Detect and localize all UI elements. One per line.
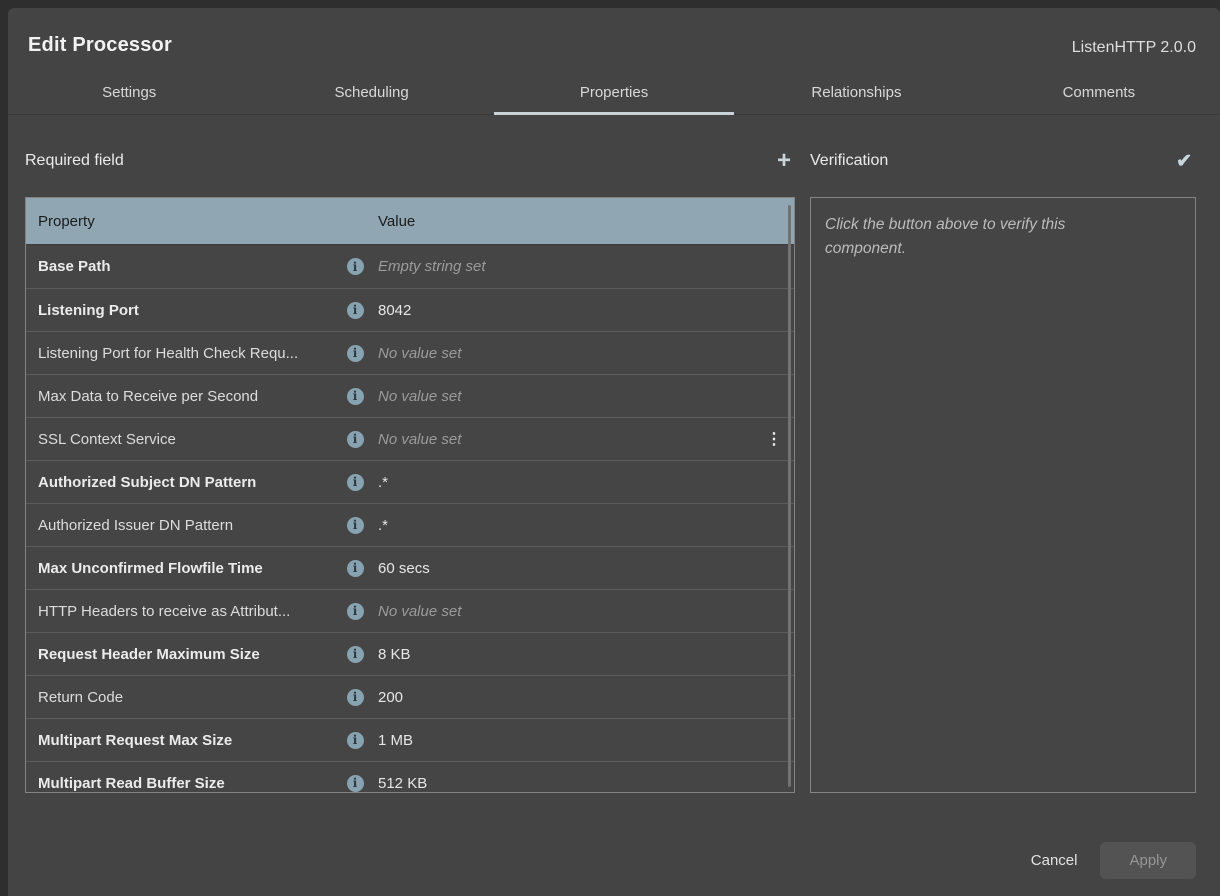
info-cell: i	[332, 474, 378, 491]
info-icon[interactable]: i	[347, 646, 364, 663]
table-row[interactable]: Max Data to Receive per Second i No value …	[26, 374, 794, 417]
property-value[interactable]: 60 secs	[378, 560, 794, 577]
property-value[interactable]: .*	[378, 517, 794, 534]
info-cell: i	[332, 775, 378, 792]
property-name: Base Path	[26, 258, 332, 275]
info-cell: i	[332, 689, 378, 706]
property-name: Multipart Request Max Size	[26, 732, 332, 749]
tab-comments[interactable]: Comments	[978, 73, 1220, 114]
info-icon[interactable]: i	[347, 431, 364, 448]
table-row[interactable]: Base Path i Empty string set	[26, 245, 794, 288]
property-value[interactable]: No value set	[378, 431, 754, 448]
property-value[interactable]: 8 KB	[378, 646, 794, 663]
info-icon[interactable]: i	[347, 517, 364, 534]
info-cell: i	[332, 560, 378, 577]
property-name: Max Unconfirmed Flowfile Time	[26, 560, 332, 577]
info-icon[interactable]: i	[347, 345, 364, 362]
apply-button[interactable]: Apply	[1100, 842, 1196, 879]
table-row[interactable]: Multipart Read Buffer Size i 512 KB	[26, 761, 794, 793]
properties-table: Property Value Base Path i Empty string se…	[25, 197, 795, 793]
property-name: Request Header Maximum Size	[26, 646, 332, 663]
tab-relationships[interactable]: Relationships	[735, 73, 977, 114]
property-name: Return Code	[26, 689, 332, 706]
table-row[interactable]: Authorized Issuer DN Pattern i .*	[26, 503, 794, 546]
table-row[interactable]: Return Code i 200	[26, 675, 794, 718]
processor-type-version: ListenHTTP 2.0.0	[1072, 39, 1196, 57]
table-row[interactable]: Max Unconfirmed Flowfile Time i 60 secs	[26, 546, 794, 589]
table-row[interactable]: Multipart Request Max Size i 1 MB	[26, 718, 794, 761]
tab-properties[interactable]: Properties	[493, 73, 735, 114]
info-cell: i	[332, 732, 378, 749]
dialog-content: Required field + Property Value Base Pat…	[8, 115, 1220, 796]
property-value[interactable]: .*	[378, 474, 794, 491]
property-name: HTTP Headers to receive as Attribut...	[26, 603, 332, 620]
cancel-button[interactable]: Cancel	[1017, 842, 1092, 879]
info-icon[interactable]: i	[347, 775, 364, 792]
property-value[interactable]: No value set	[378, 345, 794, 362]
info-icon[interactable]: i	[347, 603, 364, 620]
page-title: Edit Processor	[28, 34, 172, 57]
info-cell: i	[332, 258, 378, 275]
info-cell: i	[332, 431, 378, 448]
dialog-footer: Cancel Apply	[8, 796, 1220, 896]
property-name: Authorized Subject DN Pattern	[26, 474, 332, 491]
verification-message: Click the button above to verify this co…	[825, 213, 1145, 261]
info-cell: i	[332, 345, 378, 362]
property-name: Listening Port	[26, 302, 332, 319]
check-icon: ✔	[1176, 151, 1192, 172]
info-cell: i	[332, 517, 378, 534]
property-name: Listening Port for Health Check Requ...	[26, 345, 332, 362]
property-value[interactable]: 8042	[378, 302, 794, 319]
property-name: Authorized Issuer DN Pattern	[26, 517, 332, 534]
column-header-value: Value	[378, 213, 415, 230]
info-icon[interactable]: i	[347, 732, 364, 749]
table-row[interactable]: Request Header Maximum Size i 8 KB	[26, 632, 794, 675]
property-value[interactable]: Empty string set	[378, 258, 794, 275]
properties-section-header: Required field +	[25, 147, 795, 175]
table-row[interactable]: Listening Port for Health Check Requ... i…	[26, 331, 794, 374]
dialog-header: Edit Processor ListenHTTP 2.0.0	[8, 8, 1220, 57]
info-icon[interactable]: i	[347, 258, 364, 275]
info-icon[interactable]: i	[347, 689, 364, 706]
property-name: SSL Context Service	[26, 431, 332, 448]
plus-icon: +	[777, 147, 791, 174]
info-cell: i	[332, 646, 378, 663]
info-cell: i	[332, 302, 378, 319]
verification-column: Verification ✔ Click the button above to…	[810, 115, 1196, 796]
info-icon[interactable]: i	[347, 388, 364, 405]
tab-bar: SettingsSchedulingPropertiesRelationship…	[8, 73, 1220, 115]
verification-label: Verification	[810, 152, 888, 170]
info-icon[interactable]: i	[347, 560, 364, 577]
required-field-label: Required field	[25, 152, 124, 170]
property-value[interactable]: No value set	[378, 603, 794, 620]
verify-button[interactable]: ✔	[1172, 152, 1196, 171]
verification-panel: Click the button above to verify this co…	[810, 197, 1196, 793]
property-name: Multipart Read Buffer Size	[26, 775, 332, 792]
info-cell: i	[332, 603, 378, 620]
property-value[interactable]: 512 KB	[378, 775, 794, 792]
table-row[interactable]: Listening Port i 8042	[26, 288, 794, 331]
edit-processor-dialog: Edit Processor ListenHTTP 2.0.0 Settings…	[8, 8, 1220, 896]
table-scrollbar[interactable]	[788, 205, 791, 787]
table-body: Base Path i Empty string set Listening Port…	[26, 245, 794, 793]
table-row[interactable]: HTTP Headers to receive as Attribut... iN…	[26, 589, 794, 632]
column-header-property: Property	[26, 213, 378, 230]
tab-scheduling[interactable]: Scheduling	[250, 73, 492, 114]
property-value[interactable]: 1 MB	[378, 732, 794, 749]
tab-settings[interactable]: Settings	[8, 73, 250, 114]
table-row[interactable]: SSL Context ServiceiNo value set⋮	[26, 417, 794, 460]
property-value[interactable]: No value set	[378, 388, 794, 405]
properties-column: Required field + Property Value Base Pat…	[25, 115, 795, 796]
table-header-row: Property Value	[26, 198, 794, 245]
info-icon[interactable]: i	[347, 474, 364, 491]
info-cell: i	[332, 388, 378, 405]
info-icon[interactable]: i	[347, 302, 364, 319]
property-value[interactable]: 200	[378, 689, 794, 706]
property-name: Max Data to Receive per Second	[26, 388, 332, 405]
add-property-button[interactable]: +	[773, 149, 795, 173]
verification-section-header: Verification ✔	[810, 147, 1196, 175]
table-row[interactable]: Authorized Subject DN Pattern i .*	[26, 460, 794, 503]
